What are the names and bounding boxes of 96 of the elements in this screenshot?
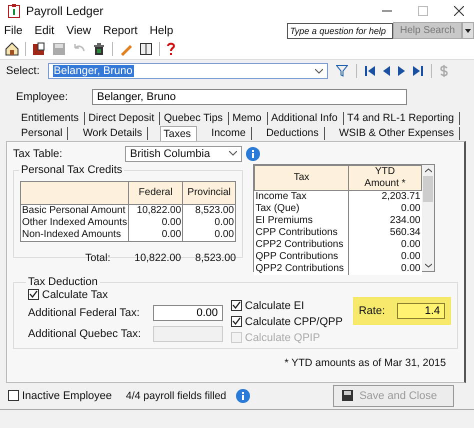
footnote: * YTD amounts as of Mar 31, 2015 — [284, 356, 446, 369]
column-header: Provincial — [182, 181, 236, 204]
table-cell: 10,822.00 — [128, 204, 183, 217]
checkbox[interactable] — [230, 300, 242, 312]
tab[interactable]: Work Details — [80, 126, 148, 140]
checkbox[interactable] — [230, 316, 242, 328]
checkbox-label: Calculate CPP/QPP — [244, 316, 343, 328]
tab[interactable]: Direct Deposit — [85, 112, 160, 125]
table-cell: 0.00 — [348, 202, 422, 215]
table-cell: 2,203.71 — [348, 190, 422, 203]
scroll-thumb[interactable] — [423, 176, 433, 202]
tab[interactable]: Entitlements — [18, 112, 85, 125]
table-cell: 0.00 — [348, 238, 422, 251]
menu-item[interactable]: File — [4, 24, 23, 37]
total-label: Total: — [85, 252, 110, 264]
table-cell: 0.00 — [182, 216, 236, 229]
trash-icon[interactable] — [92, 42, 106, 56]
tab[interactable]: Personal — [18, 126, 68, 140]
table-cell: Tax (Que) — [254, 202, 348, 215]
table-cell: 0.00 — [128, 228, 183, 242]
filter-icon[interactable] — [336, 65, 348, 78]
table-cell: 0.00 — [348, 250, 422, 263]
total-value: 10,822.00 — [134, 252, 182, 264]
table-cell: 0.00 — [348, 262, 422, 275]
tab[interactable]: Memo — [229, 112, 268, 125]
table-cell: 0.00 — [128, 216, 183, 229]
scrollbar[interactable] — [422, 164, 434, 271]
previous-icon[interactable] — [382, 66, 390, 76]
table-cell: 8,523.00 — [182, 204, 236, 217]
menu-item[interactable]: Edit — [34, 24, 54, 37]
window-title: Payroll Ledger — [26, 4, 104, 18]
tab[interactable]: Quebec Tips — [160, 112, 229, 125]
tab[interactable]: Taxes — [160, 126, 197, 141]
clipboard-icon — [8, 4, 20, 18]
rate-field[interactable]: 1.4 — [397, 302, 445, 319]
table-cell: Other Indexed Amounts — [20, 216, 129, 229]
tab[interactable]: Deductions — [263, 126, 325, 140]
chevron-down-icon — [314, 68, 323, 74]
first-record-icon[interactable] — [364, 66, 375, 76]
employee-field[interactable]: Belanger, Bruno — [92, 88, 407, 105]
scroll-up-icon[interactable] — [424, 168, 432, 173]
column-header: YTD Amount * — [348, 165, 422, 190]
amount-field[interactable]: 0.00 — [152, 304, 223, 321]
table-cell: QPP Contributions — [254, 250, 348, 263]
tax-table-dropdown[interactable]: British Columbia — [125, 146, 242, 162]
checkbox-label: Calculate QPIP — [244, 332, 320, 344]
menu-item[interactable]: View — [66, 24, 92, 37]
employee-label: Employee: — [16, 90, 68, 103]
select-label: Select: — [6, 65, 40, 78]
table-cell: 560.34 — [348, 226, 422, 239]
menu-item[interactable]: Report — [103, 24, 138, 37]
next-icon[interactable] — [398, 66, 405, 76]
column-header: Federal — [128, 181, 183, 204]
rate-label: Rate: — [358, 304, 385, 317]
table-cell: CPP2 Contributions — [254, 238, 348, 251]
table-cell: Income Tax — [254, 190, 348, 203]
tab[interactable]: Income — [208, 126, 252, 140]
table-cell: QPP2 Contributions — [254, 262, 348, 275]
dropdown-button[interactable] — [462, 22, 474, 40]
checkbox[interactable] — [28, 289, 39, 300]
table-cell: 0.00 — [182, 228, 236, 242]
notebook-icon[interactable] — [139, 42, 153, 56]
help-search-field[interactable]: Type a question for help — [286, 22, 393, 39]
save-icon — [342, 390, 354, 402]
group-title: Tax Deduction — [26, 276, 100, 288]
group-title: Personal Tax Credits — [19, 164, 124, 176]
last-record-icon[interactable] — [412, 66, 423, 76]
scroll-down-icon[interactable] — [424, 262, 432, 268]
status-text: 4/4 payroll fields filled — [126, 390, 226, 402]
select-dropdown[interactable]: Belanger, Bruno — [48, 63, 328, 80]
chevron-down-icon — [229, 151, 237, 156]
table-cell: Non-Indexed Amounts — [20, 228, 129, 242]
checkbox[interactable] — [8, 390, 19, 402]
column-header: Tax — [254, 165, 348, 190]
total-value: 8,523.00 — [195, 252, 236, 264]
table-cell: Basic Personal Amount — [20, 204, 129, 217]
checkbox-label: Calculate EI — [244, 300, 304, 312]
close-icon[interactable] — [454, 6, 464, 16]
field-label: Additional Quebec Tax: — [28, 328, 141, 340]
field-label: Additional Federal Tax: — [28, 306, 140, 319]
home-icon[interactable] — [5, 42, 19, 56]
tab[interactable]: Additional Info — [268, 112, 344, 125]
tab[interactable]: T4 and RL-1 Reporting — [344, 112, 460, 125]
help-icon[interactable] — [166, 42, 176, 56]
menu-item[interactable]: Help — [150, 24, 174, 37]
tax-table-label: Tax Table: — [13, 148, 64, 160]
caret-icon — [465, 28, 471, 33]
checkbox-label: Inactive Employee — [22, 390, 112, 402]
info-icon[interactable] — [246, 146, 260, 161]
info-icon[interactable] — [236, 388, 250, 403]
checkbox-label: Calculate Tax — [42, 288, 108, 301]
table-cell: CPP Contributions — [254, 226, 348, 239]
table-cell: EI Premiums — [254, 214, 348, 227]
pencil-icon[interactable] — [119, 42, 133, 56]
table-cell: 234.00 — [348, 214, 422, 227]
tab[interactable]: WSIB & Other Expenses — [336, 126, 460, 140]
